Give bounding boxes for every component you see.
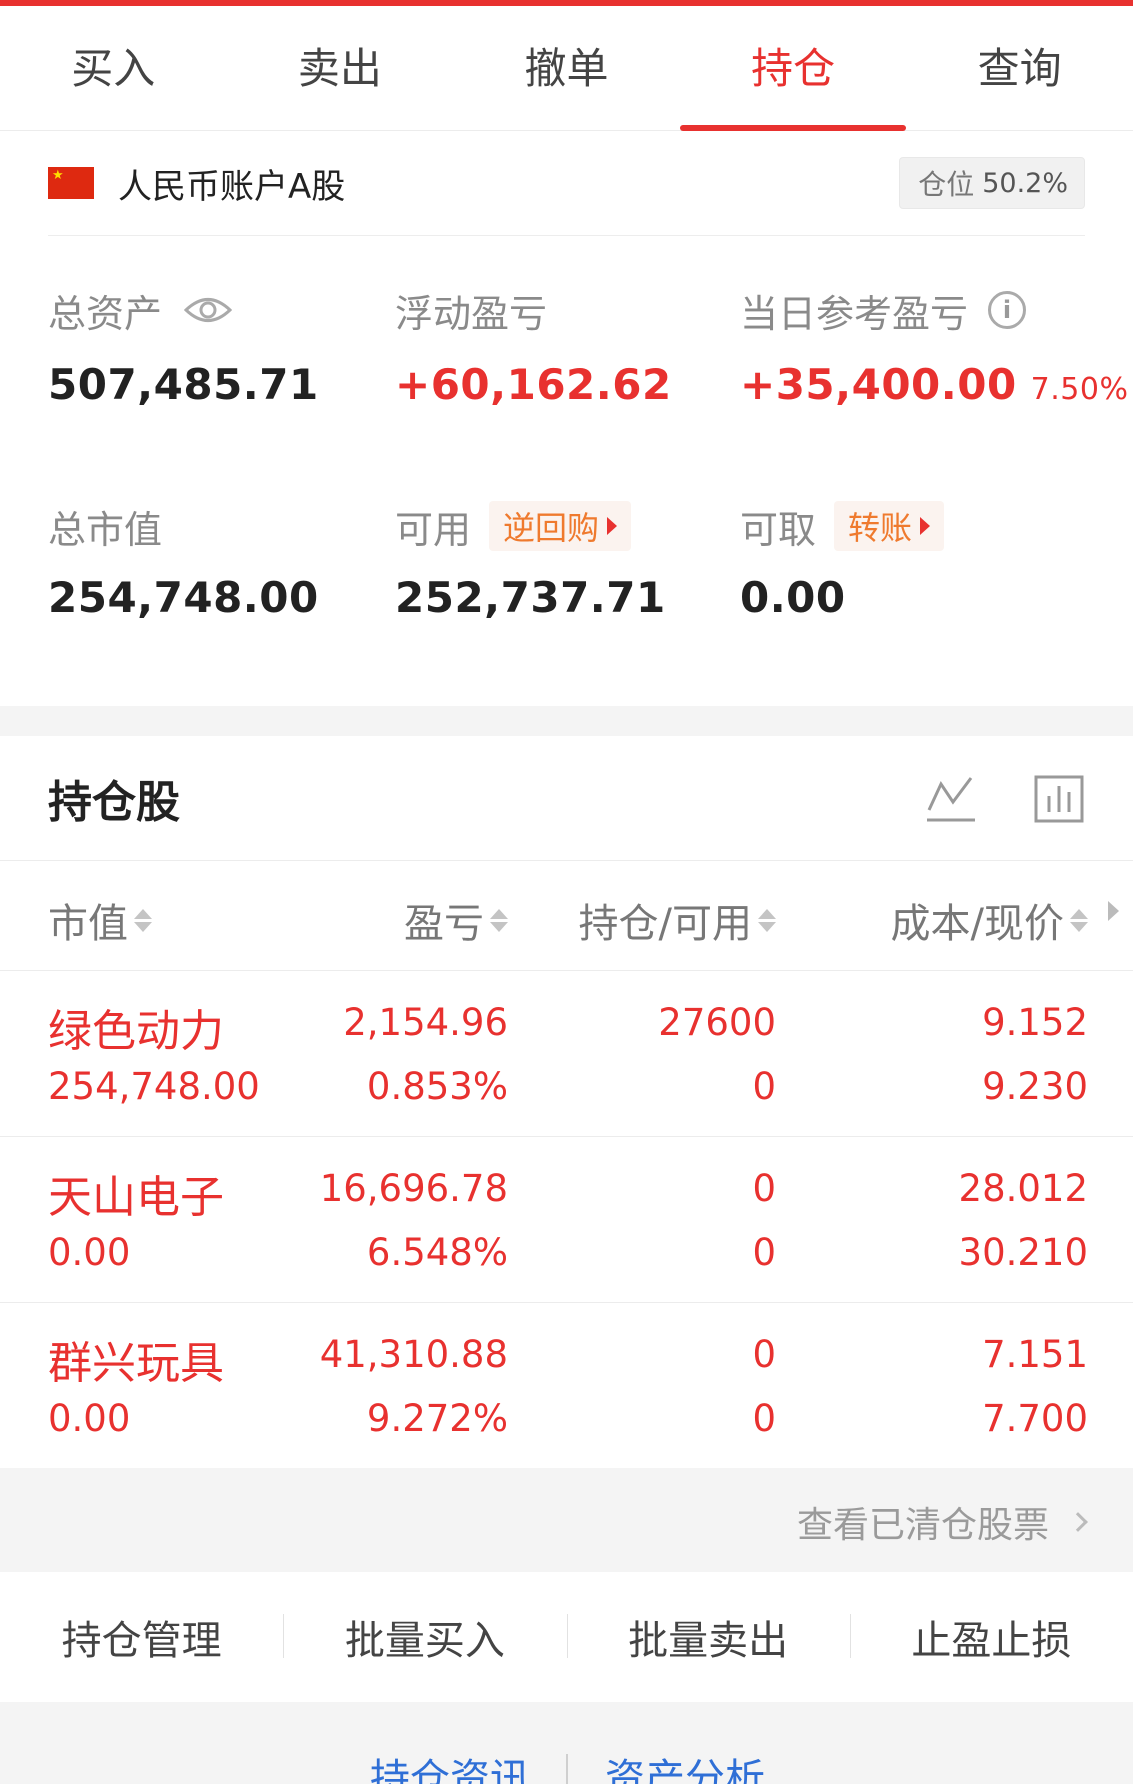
china-flag-icon: ★ xyxy=(48,167,94,199)
floating-pl-value: +60,162.62 xyxy=(395,360,672,409)
stock-position: 0 xyxy=(752,1333,776,1376)
asset-analysis-link[interactable]: 资产分析 xyxy=(605,1746,765,1784)
batch-sell-button[interactable]: 批量卖出 xyxy=(566,1608,850,1666)
holding-news-link[interactable]: 持仓资讯 xyxy=(370,1746,530,1784)
stock-name: 绿色动力 xyxy=(48,1006,224,1057)
stock-market-value: 0.00 xyxy=(48,1397,131,1440)
stock-name: 天山电子 xyxy=(48,1172,224,1223)
stock-position: 0 xyxy=(752,1167,776,1210)
position-value: 50.2% xyxy=(982,167,1068,199)
stock-pl: 41,310.88 xyxy=(319,1333,508,1376)
col-market-value[interactable]: 市值 xyxy=(48,891,152,949)
holding-actions: 持仓管理 批量买入 批量卖出 止盈止损 xyxy=(0,1572,1133,1702)
arrow-right-icon xyxy=(607,517,618,535)
tab-buy[interactable]: 买入 xyxy=(0,6,227,130)
withdrawable-cell: 可取 转账 0.00 xyxy=(740,501,945,622)
stock-pl-pct: 9.272% xyxy=(366,1397,508,1440)
holdings-tools xyxy=(925,774,1085,828)
total-assets-label: 总资产 xyxy=(48,291,163,336)
stock-cost: 28.012 xyxy=(958,1167,1088,1210)
account-row: ★ 人民币账户A股 仓位 50.2% xyxy=(48,131,1085,236)
market-value-label: 总市值 xyxy=(48,507,163,552)
stock-pl-pct: 0.853% xyxy=(366,1065,508,1108)
holdings-header: 持仓股 xyxy=(0,736,1133,861)
account-name: 人民币账户A股 xyxy=(118,166,346,207)
withdrawable-value: 0.00 xyxy=(740,573,846,622)
position-badge: 仓位 50.2% xyxy=(899,157,1085,209)
stock-cost: 9.152 xyxy=(982,1001,1088,1044)
reverse-repo-link[interactable]: 逆回购 xyxy=(489,501,632,551)
stock-pl: 16,696.78 xyxy=(319,1167,508,1210)
stock-price: 30.210 xyxy=(958,1231,1088,1274)
stock-price: 7.700 xyxy=(982,1397,1088,1440)
line-chart-icon[interactable] xyxy=(925,774,977,828)
holding-row[interactable]: 群兴玩具 0.00 41,310.88 9.272% 0 0 7.151 7.7… xyxy=(0,1303,1133,1469)
stock-pl: 2,154.96 xyxy=(343,1001,508,1044)
asset-summary: 总资产 507,485.71 浮动盈亏 +60,162.62 当日参考盈亏 i … xyxy=(0,236,1133,706)
col-pl[interactable]: 盈亏 xyxy=(404,891,508,949)
tab-sell[interactable]: 卖出 xyxy=(227,6,454,130)
position-manage-button[interactable]: 持仓管理 xyxy=(0,1608,283,1666)
available-label: 可用 xyxy=(395,507,472,552)
stock-market-value: 0.00 xyxy=(48,1231,131,1274)
holding-row[interactable]: 绿色动力 254,748.00 2,154.96 0.853% 27600 0 … xyxy=(0,971,1133,1137)
batch-buy-button[interactable]: 批量买入 xyxy=(283,1608,566,1666)
total-assets-cell: 总资产 507,485.71 xyxy=(48,286,319,410)
stock-available: 0 xyxy=(752,1231,776,1274)
available-value: 252,737.71 xyxy=(395,573,666,622)
bar-chart-icon[interactable] xyxy=(1033,774,1085,828)
stock-pl-pct: 6.548% xyxy=(366,1231,508,1274)
bottom-link-divider xyxy=(566,1754,568,1784)
scroll-right-icon[interactable] xyxy=(1108,901,1119,921)
sort-icon xyxy=(1070,908,1088,932)
daily-pl-value: +35,400.00 xyxy=(740,360,1017,409)
cleared-stocks-link[interactable]: 查看已清仓股票 xyxy=(797,1496,1088,1548)
info-icon[interactable]: i xyxy=(988,291,1027,329)
chevron-right-icon xyxy=(1068,1512,1088,1532)
holdings-title: 持仓股 xyxy=(48,777,180,828)
section-divider xyxy=(0,706,1133,736)
sort-icon xyxy=(758,908,776,932)
trade-tabs: 买入 卖出 撤单 持仓 查询 xyxy=(0,6,1133,131)
stock-price: 9.230 xyxy=(982,1065,1088,1108)
stock-available: 0 xyxy=(752,1065,776,1108)
stock-market-value: 254,748.00 xyxy=(48,1065,260,1108)
market-value-cell: 总市值 254,748.00 xyxy=(48,501,319,623)
sort-icon xyxy=(490,908,508,932)
total-assets-value: 507,485.71 xyxy=(48,360,319,409)
position-label: 仓位 xyxy=(918,168,975,201)
holdings-column-headers: 市值 盈亏 持仓/可用 成本/现价 xyxy=(0,861,1133,971)
daily-pl-pct: 7.50% xyxy=(1030,372,1129,407)
bottom-links: 持仓资讯 资产分析 xyxy=(0,1702,1133,1784)
stock-available: 0 xyxy=(752,1397,776,1440)
stock-name: 群兴玩具 xyxy=(48,1338,224,1389)
available-cell: 可用 逆回购 252,737.71 xyxy=(395,501,666,622)
cleared-stocks-bar: 查看已清仓股票 xyxy=(0,1468,1133,1572)
tab-holdings[interactable]: 持仓 xyxy=(679,6,907,131)
col-cost-price[interactable]: 成本/现价 xyxy=(891,891,1088,949)
market-value-value: 254,748.00 xyxy=(48,573,319,622)
transfer-link[interactable]: 转账 xyxy=(834,501,945,551)
withdrawable-label: 可取 xyxy=(740,507,817,552)
arrow-right-icon xyxy=(920,517,931,535)
holding-row[interactable]: 天山电子 0.00 16,696.78 6.548% 0 0 28.012 30… xyxy=(0,1137,1133,1303)
sort-icon xyxy=(134,908,152,932)
daily-pl-row: +35,400.00 7.50% xyxy=(740,360,1128,409)
take-profit-stop-loss-button[interactable]: 止盈止损 xyxy=(849,1608,1133,1666)
stock-cost: 7.151 xyxy=(982,1333,1088,1376)
daily-pl-label: 当日参考盈亏 xyxy=(740,291,969,336)
eye-icon[interactable] xyxy=(184,295,233,325)
tab-cancel[interactable]: 撤单 xyxy=(453,6,680,130)
stock-position: 27600 xyxy=(658,1001,776,1044)
tab-query[interactable]: 查询 xyxy=(906,6,1133,130)
floating-pl-label: 浮动盈亏 xyxy=(395,291,548,336)
daily-pl-cell: 当日参考盈亏 i +35,400.00 7.50% xyxy=(740,286,1128,409)
col-position-available[interactable]: 持仓/可用 xyxy=(579,891,776,949)
floating-pl-cell: 浮动盈亏 +60,162.62 xyxy=(395,286,672,410)
